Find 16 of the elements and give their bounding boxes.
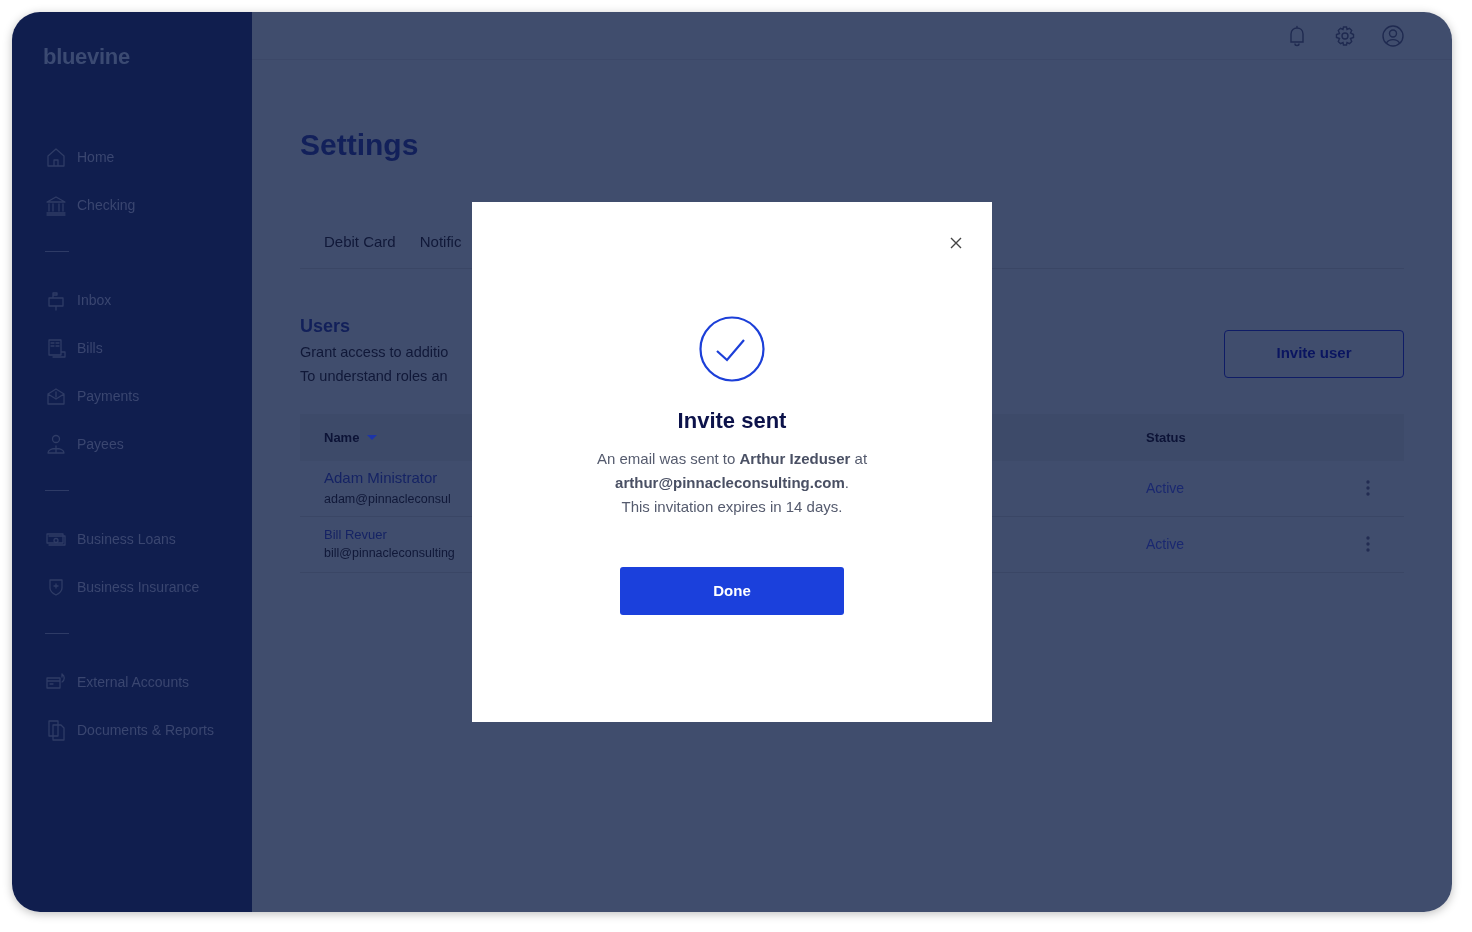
check-circle-icon bbox=[699, 316, 765, 382]
settings-icon[interactable] bbox=[1334, 24, 1356, 47]
house-icon bbox=[45, 146, 67, 168]
invite-user-button[interactable]: Invite user bbox=[1224, 329, 1404, 378]
documents-icon bbox=[45, 719, 67, 741]
profile-icon[interactable] bbox=[1382, 24, 1404, 47]
modal-title: Invite sent bbox=[677, 407, 787, 435]
done-button[interactable]: Done bbox=[620, 567, 844, 615]
sort-caret-icon[interactable] bbox=[367, 434, 378, 441]
more-options-icon[interactable] bbox=[1366, 480, 1370, 496]
modal-message: An email was sent to Arthur Izeduser at arthur@pinnacleconsulting.com. This invitation expires in 14 days. bbox=[596, 449, 868, 517]
more-options-icon[interactable] bbox=[1366, 536, 1370, 552]
mailbox-icon bbox=[45, 289, 67, 311]
bank-icon bbox=[45, 194, 67, 216]
person-icon bbox=[45, 433, 67, 455]
receipt-icon bbox=[45, 337, 67, 359]
